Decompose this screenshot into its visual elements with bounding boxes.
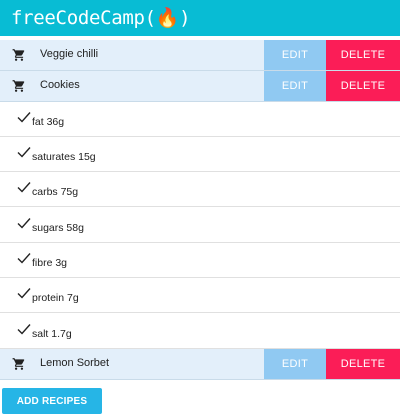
ingredient-text: carbs 75g [32,186,79,198]
check-icon [17,324,31,335]
check-icon [17,288,31,299]
recipe-name: Lemon Sorbet [40,357,110,369]
ingredient-text: saturates 15g [32,151,96,163]
ingredient-item: fibre 3g [0,243,400,278]
shopping-cart-icon [12,80,25,92]
ingredient-item: saturates 15g [0,137,400,172]
check-icon [17,218,31,229]
ingredient-item: fat 36g [0,102,400,137]
delete-button[interactable]: DELETE [326,349,400,379]
ingredient-text: fat 36g [32,116,65,128]
top-bar: freeCodeCamp(🔥) [0,0,400,36]
ingredient-item: carbs 75g [0,172,400,207]
ingredient-text: fibre 3g [32,257,68,269]
ingredient-text: protein 7g [32,292,79,304]
recipe-row-veggie-chilli[interactable]: Veggie chilli EDIT DELETE [0,40,400,71]
check-icon [17,147,31,158]
ingredient-list: fat 36g saturates 15g carbs 75g sugars 5… [0,102,400,349]
delete-button[interactable]: DELETE [326,71,400,101]
recipe-row-lemon-sorbet[interactable]: Lemon Sorbet EDIT DELETE [0,349,400,380]
recipe-name: Veggie chilli [40,48,99,60]
edit-button[interactable]: EDIT [264,71,326,101]
recipe-name: Cookies [40,79,80,91]
edit-button[interactable]: EDIT [264,349,326,379]
add-recipes-button[interactable]: ADD RECIPES [2,388,102,414]
ingredient-item: salt 1.7g [0,314,400,349]
ingredient-text: salt 1.7g [32,328,72,340]
ingredient-text: sugars 58g [32,222,84,234]
check-icon [17,112,31,123]
ingredient-item: protein 7g [0,278,400,313]
edit-button[interactable]: EDIT [264,40,326,70]
check-icon [17,253,31,264]
check-icon [17,182,31,193]
ingredient-item: sugars 58g [0,208,400,243]
shopping-cart-icon [12,358,25,370]
freecodecamp-logo: freeCodeCamp(🔥) [11,7,191,29]
recipe-row-cookies[interactable]: Cookies EDIT DELETE [0,71,400,102]
shopping-cart-icon [12,49,25,61]
delete-button[interactable]: DELETE [326,40,400,70]
